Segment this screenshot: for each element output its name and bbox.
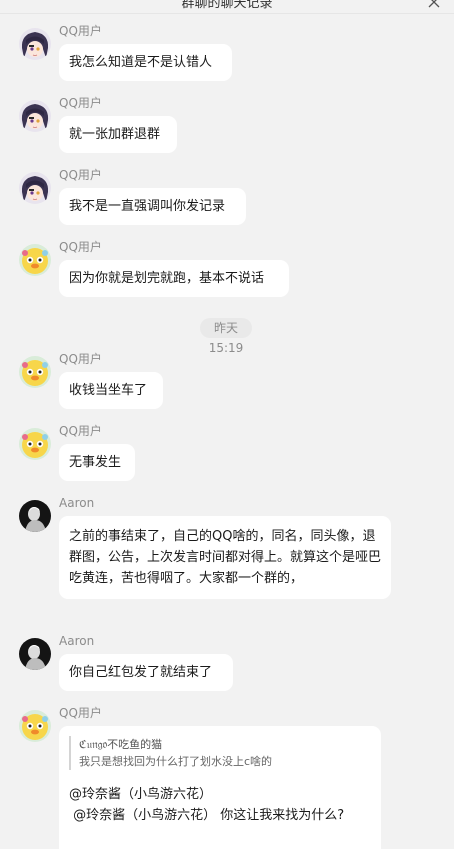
avatar[interactable] <box>19 244 51 276</box>
reply-line: @玲奈酱（小鸟游六花） <box>69 787 213 802</box>
avatar[interactable] <box>19 710 51 742</box>
message-bubble[interactable]: 无事发生 <box>59 444 135 481</box>
sender-name: QQ用户 <box>59 168 102 182</box>
sender-name: QQ用户 <box>59 96 102 110</box>
avatar[interactable] <box>19 500 51 532</box>
sender-name: QQ用户 <box>59 240 102 254</box>
avatar[interactable] <box>19 638 51 670</box>
quoted-text: 我只是想找回为什么打了划水没上c啥的 <box>79 755 273 768</box>
sender-name: Aaron <box>59 496 95 510</box>
message-bubble[interactable]: 就一张加群退群 <box>59 116 177 153</box>
message-bubble[interactable]: 之前的事结束了，自己的QQ啥的，同名，同头像，退群图，公告，上次发言时间都对得上… <box>59 516 391 599</box>
sender-name: QQ用户 <box>59 24 102 38</box>
avatar[interactable] <box>19 428 51 460</box>
message-bubble[interactable]: 因为你就是划完就跑，基本不说话 <box>59 260 289 297</box>
close-icon[interactable] <box>428 0 440 8</box>
sender-name: QQ用户 <box>59 706 102 720</box>
sender-name: Aaron <box>59 634 95 648</box>
reply-line: @玲奈酱（小鸟游六花） 你这让我来找为什么? <box>69 808 345 823</box>
window-title: 群聊的聊天记录 <box>181 0 273 11</box>
quoted-message[interactable]: ℭ𝔲𝔫𝔤𝔬不吃鱼的猫 我只是想找回为什么打了划水没上c啥的 <box>69 736 371 770</box>
sender-name: QQ用户 <box>59 352 102 366</box>
quoted-author: ℭ𝔲𝔫𝔤𝔬不吃鱼的猫 <box>79 738 163 751</box>
message-bubble[interactable]: 你自己红包发了就结束了 <box>59 654 233 691</box>
message-bubble[interactable]: 收钱当坐车了 <box>59 372 163 409</box>
avatar[interactable] <box>19 356 51 388</box>
avatar[interactable] <box>19 28 51 60</box>
message-bubble[interactable]: 我怎么知道是不是认错人 <box>59 44 232 81</box>
time-divider: 昨天 15:19 <box>200 318 252 355</box>
avatar[interactable] <box>19 100 51 132</box>
sender-name: QQ用户 <box>59 424 102 438</box>
window-title-bar: 群聊的聊天记录 <box>0 0 454 14</box>
message-bubble[interactable]: 我不是一直强调叫你发记录 <box>59 188 246 225</box>
reply-bubble[interactable]: ℭ𝔲𝔫𝔤𝔬不吃鱼的猫 我只是想找回为什么打了划水没上c啥的 @玲奈酱（小鸟游六花… <box>59 726 381 849</box>
avatar[interactable] <box>19 172 51 204</box>
